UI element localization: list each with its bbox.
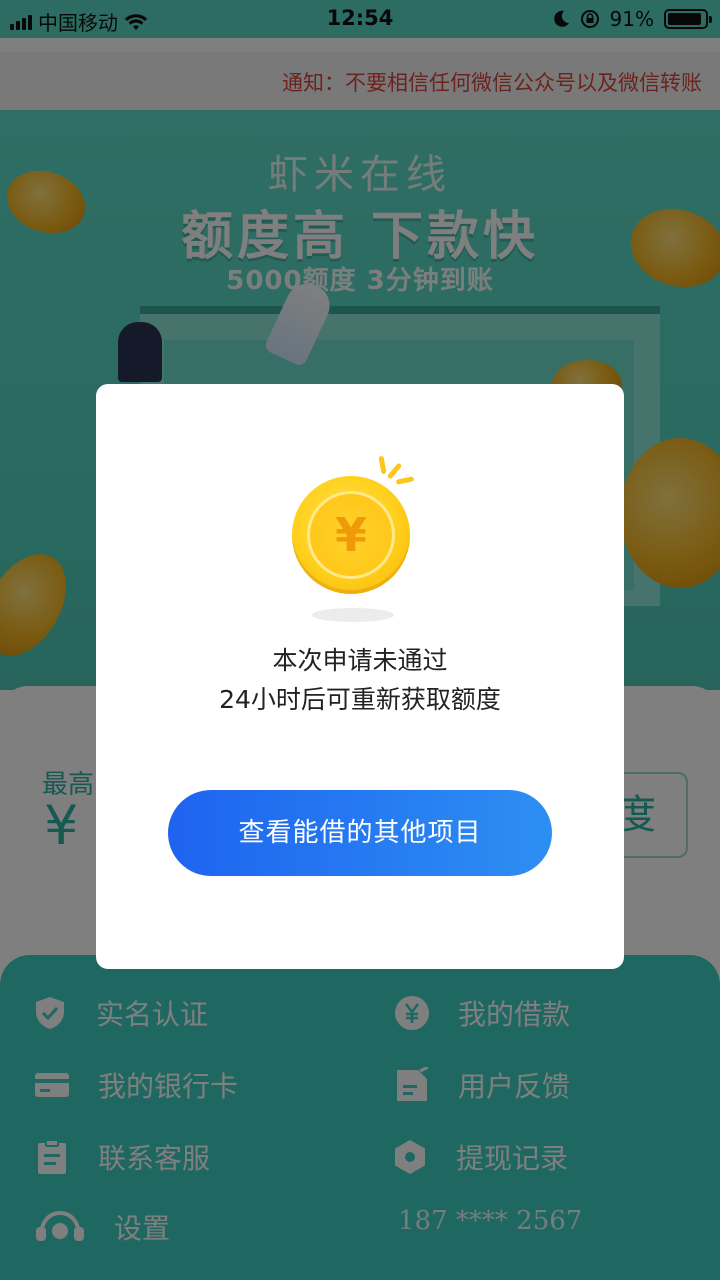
sparkle-decoration	[395, 476, 415, 485]
coin-symbol: ¥	[307, 491, 395, 579]
application-result-dialog: ¥ 本次申请未通过 24小时后可重新获取额度 查看能借的其他项目	[96, 384, 624, 969]
coin-icon: ¥	[292, 476, 410, 594]
dialog-message-line1: 本次申请未通过	[272, 646, 448, 675]
app-screen: 中国移动 12:54 91% 通知：不要相信任何微信公众号以及微信	[0, 0, 720, 1280]
coin-shadow	[312, 608, 394, 622]
sparkle-decoration	[386, 462, 403, 480]
sparkle-decoration	[378, 455, 387, 475]
view-other-projects-button[interactable]: 查看能借的其他项目	[168, 790, 552, 876]
dialog-message-line2: 24小时后可重新获取额度	[219, 685, 501, 714]
